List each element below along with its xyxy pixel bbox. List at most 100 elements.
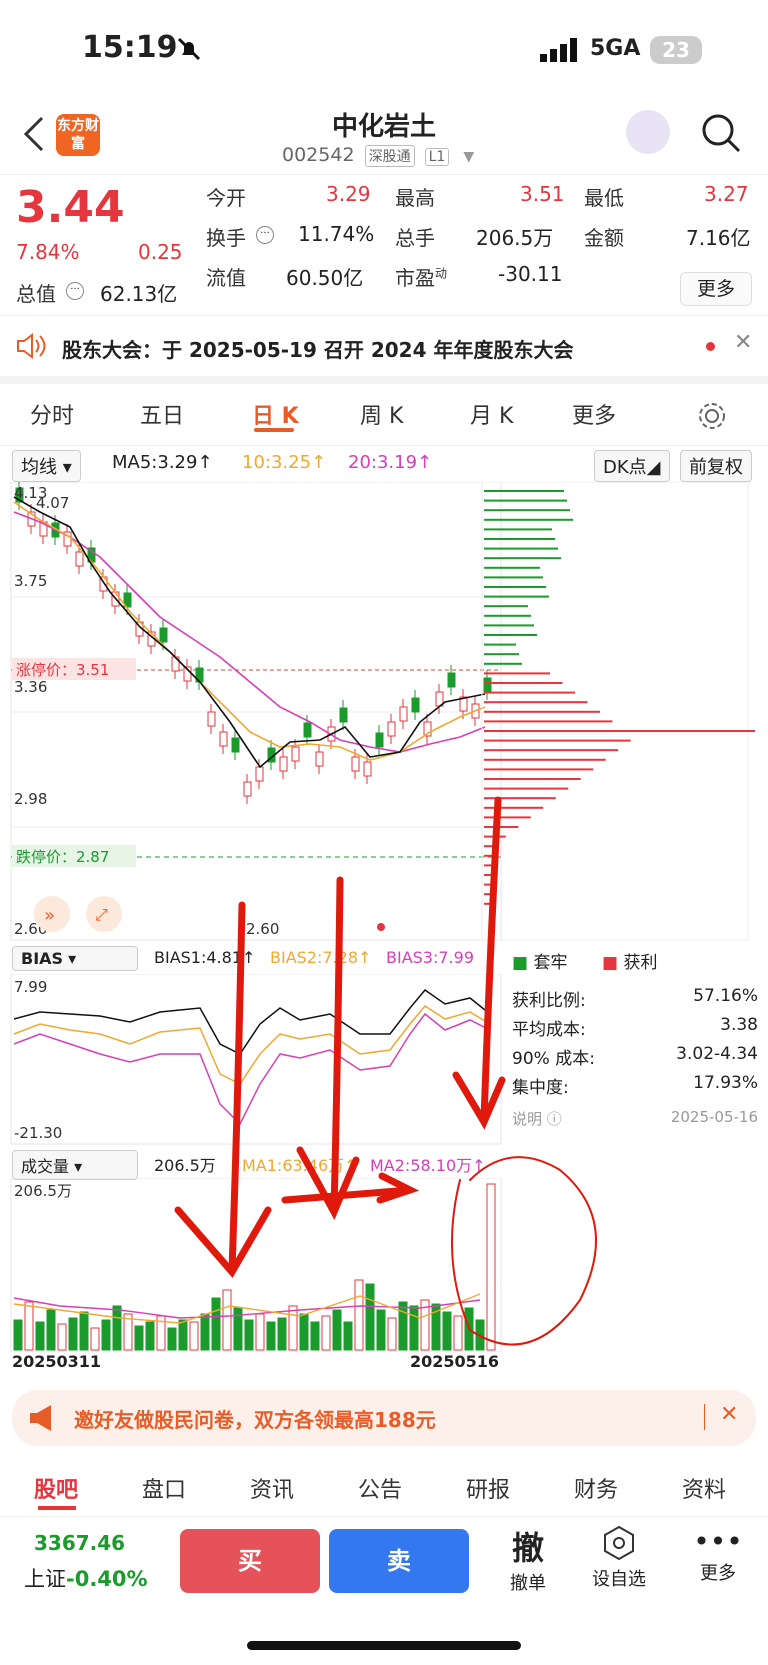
info-icon[interactable]: ··· [66,282,84,300]
tab-pankou[interactable]: 盘口 [142,1472,186,1504]
add-watchlist-button[interactable]: 设自选 [584,1525,654,1591]
candle [375,732,384,748]
ma10-line [13,501,486,761]
promo-banner[interactable]: 邀好友做股民问卷，双方各领最高188元 ✕ [12,1390,756,1446]
stock-code-row[interactable]: 002542 深股通 L1 ▼ [282,144,474,167]
tab-news[interactable]: 资讯 [250,1472,294,1504]
candle [363,761,372,777]
tab-weekly-k[interactable]: 周 K [360,398,403,430]
low-marker: 2.60 [246,920,279,938]
more-button[interactable]: 更多 [680,272,752,306]
settings-gear-icon[interactable] [696,400,728,432]
notice-bar[interactable]: 股东大会：于 2025-05-19 召开 2024 年年度股东大会 ✕ [0,316,768,384]
svg-text:⤢: ⤢ [95,905,108,924]
volume-select[interactable]: 成交量 ▾ [12,1150,138,1180]
tab-five-day[interactable]: 五日 [140,398,184,430]
level-tag: L1 [424,148,450,166]
open-value: 3.29 [326,182,371,206]
watchlist-hex-icon [604,1525,634,1561]
more-menu-button[interactable]: ••• 更多 [690,1525,746,1585]
tab-announcement[interactable]: 公告 [358,1472,402,1504]
tab-research[interactable]: 研报 [466,1472,510,1504]
cancel-icon: 撤 [511,1529,544,1567]
candle [231,737,240,753]
search-icon[interactable] [700,112,742,154]
chip-bar [484,864,492,867]
ma10-label: 10:3.25↑ [242,452,327,473]
exchange-tag: 深股通 [364,145,415,167]
index-row[interactable]: 上证-0.40% [24,1563,148,1593]
sell-button[interactable]: 卖 [329,1529,469,1593]
bias1-label: BIAS1:4.81↑ [154,948,256,967]
volume-value: 206.5万 [154,1156,216,1175]
chip-bar [484,874,492,876]
volume-top: 206.5万 [14,1182,72,1200]
bias2-label: BIAS2:7.28↑ [270,948,372,967]
candle [387,721,396,737]
bias-top: 7.99 [14,978,47,996]
kline-chart[interactable]: 4.13 4.07 3.75 3.36 2.98 2.60 2.60 涨停价：3… [0,482,768,942]
cancel-order-button[interactable]: 撤 撤单 [498,1523,558,1595]
chip-bar [484,538,555,540]
chip-row-value: 3.38 [720,1015,758,1035]
index-value[interactable]: 3367.46 [34,1531,125,1555]
tab-monthly-k[interactable]: 月 K [470,398,513,430]
robot-avatar-icon[interactable] [626,110,670,154]
volume-bar [299,1313,309,1351]
tab-timeshare[interactable]: 分时 [30,398,74,430]
buy-button[interactable]: 买 [180,1529,320,1593]
volume-bar [112,1305,122,1351]
chip-bar [484,835,506,838]
chip-bar [484,518,573,521]
chip-note[interactable]: 说明 ⓘ [512,1108,562,1129]
legend-trap: ■ 套牢 [512,953,568,973]
adjust-button[interactable]: 前复权 [680,450,752,482]
volume-bar [332,1309,342,1351]
tab-finance[interactable]: 财务 [574,1472,618,1504]
speaker-icon [17,333,46,359]
chip-bar [484,528,552,531]
volume-bar [277,1317,287,1351]
mcap-label: 总值 [16,282,56,306]
amount-label: 金额 [584,226,624,250]
dk-point-button[interactable]: DK点◢ [594,450,670,482]
tab-guba[interactable]: 股吧 [34,1472,78,1504]
candle [483,677,492,693]
status-bar: 15:19 5GA 23 [0,0,768,100]
volume-chart: 206.5万 [10,1178,502,1352]
vol-ma1-label: MA1:63.46万↑ [242,1156,358,1175]
turnover-info-icon[interactable]: ··· [256,226,274,244]
tab-profile[interactable]: 资料 [682,1472,726,1504]
index-name: 上证 [24,1567,66,1591]
change-amount: 0.25 [138,240,183,264]
turnover-value: 11.74% [298,222,375,246]
stock-code: 002542 [282,144,355,166]
chart-tabs: 分时 五日 日 K 周 K 月 K 更多 [0,384,768,446]
chip-bar [484,547,558,550]
chip-bar [484,710,600,713]
volume-bar [222,1289,232,1351]
high-label: 最高 [395,186,435,210]
tab-more[interactable]: 更多 [572,398,616,430]
volume-bar [266,1321,276,1351]
chip-bar [484,509,570,512]
candle [351,756,360,772]
volume-bar [233,1307,243,1351]
volume-bar [189,1321,199,1351]
indicator-select[interactable]: 均线 ▾ [12,450,81,482]
bias-select[interactable]: BIAS ▾ [12,946,138,971]
tab-daily-k[interactable]: 日 K [252,398,299,430]
volume-bar [464,1307,474,1351]
trade-footer: 3367.46 上证-0.40% 买 卖 撤 撤单 设自选 ••• 更多 [0,1516,768,1665]
limit-up-label: 涨停价：3.51 [16,661,109,679]
mute-bell-icon [177,37,201,61]
chip-bar [484,893,492,896]
close-icon[interactable]: ✕ [734,330,752,355]
vol-ma2-label: MA2:58.10万↑ [370,1156,486,1175]
bias3-label: BIAS3:7.99 [386,948,474,967]
volume-bar [486,1183,496,1351]
active-tab-underline [254,428,294,432]
promo-close-icon[interactable]: ✕ [720,1402,738,1427]
volume-bar [13,1319,23,1351]
volume-bar [46,1309,56,1351]
